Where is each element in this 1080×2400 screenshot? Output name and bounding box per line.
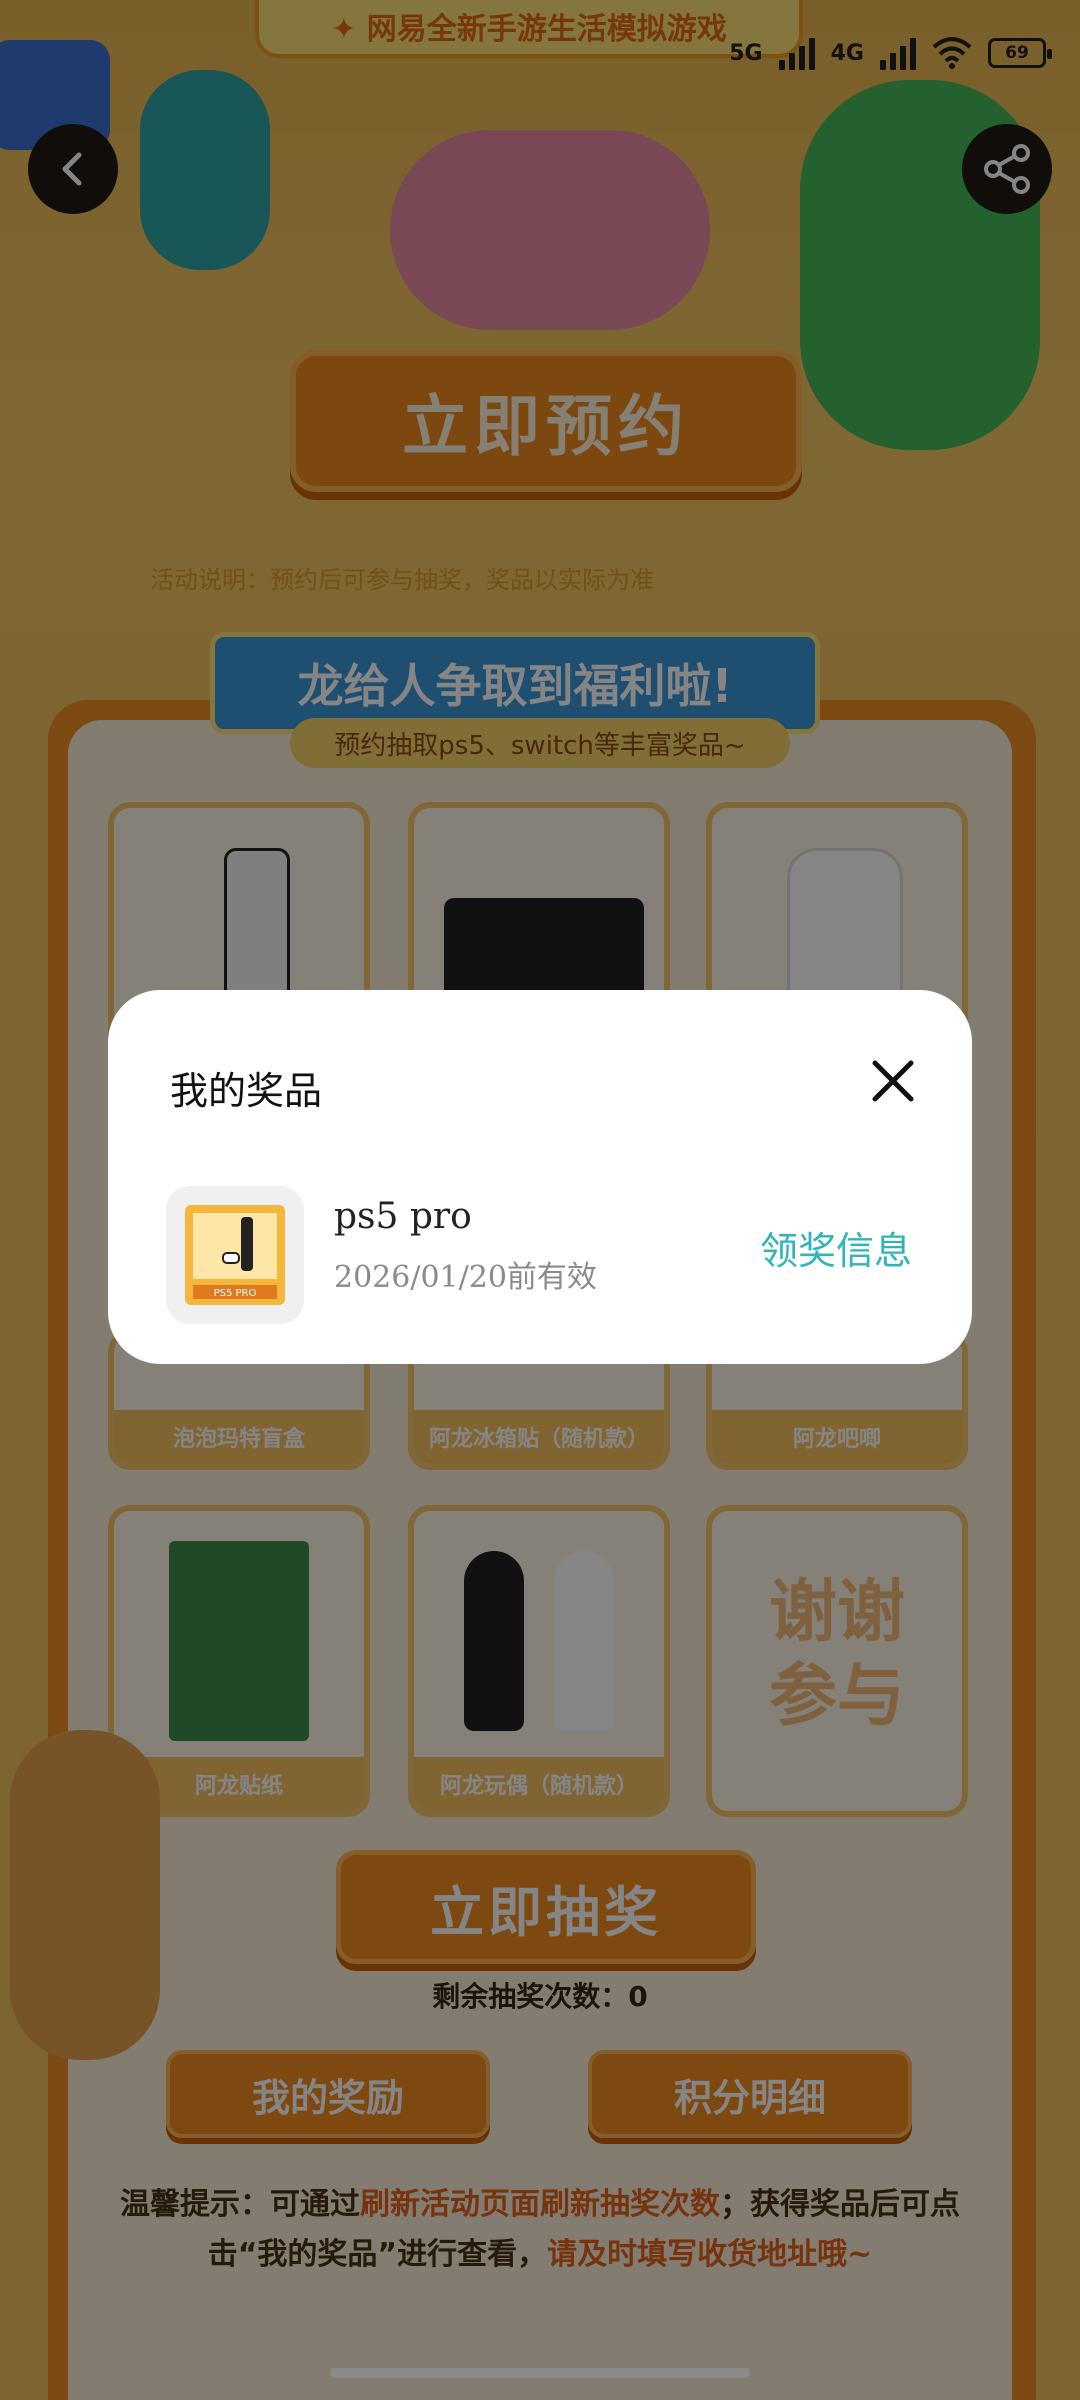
my-prizes-dialog: 我的奖品 PS5 PRO ps5 pro 2026/01/20前有效 领奖信息 (108, 990, 972, 1364)
thumb-caption: PS5 PRO (214, 1288, 257, 1299)
prize-expiry: 2026/01/20前有效 (334, 1260, 597, 1295)
home-indicator[interactable] (330, 2368, 750, 2378)
prize-thumbnail: PS5 PRO (166, 1186, 304, 1324)
activity-page: ✦ 网易全新手游生活模拟游戏 立即预约 活动说明：预约后可参与抽奖，奖品以实际为… (0, 0, 1080, 2400)
close-icon (872, 1060, 914, 1102)
close-button[interactable] (864, 1052, 922, 1110)
dialog-title: 我的奖品 (170, 1069, 323, 1113)
claim-info-link[interactable]: 领奖信息 (760, 1220, 912, 1275)
ps5-pro-box-image: PS5 PRO (185, 1205, 285, 1305)
prize-name: ps5 pro (334, 1196, 472, 1237)
